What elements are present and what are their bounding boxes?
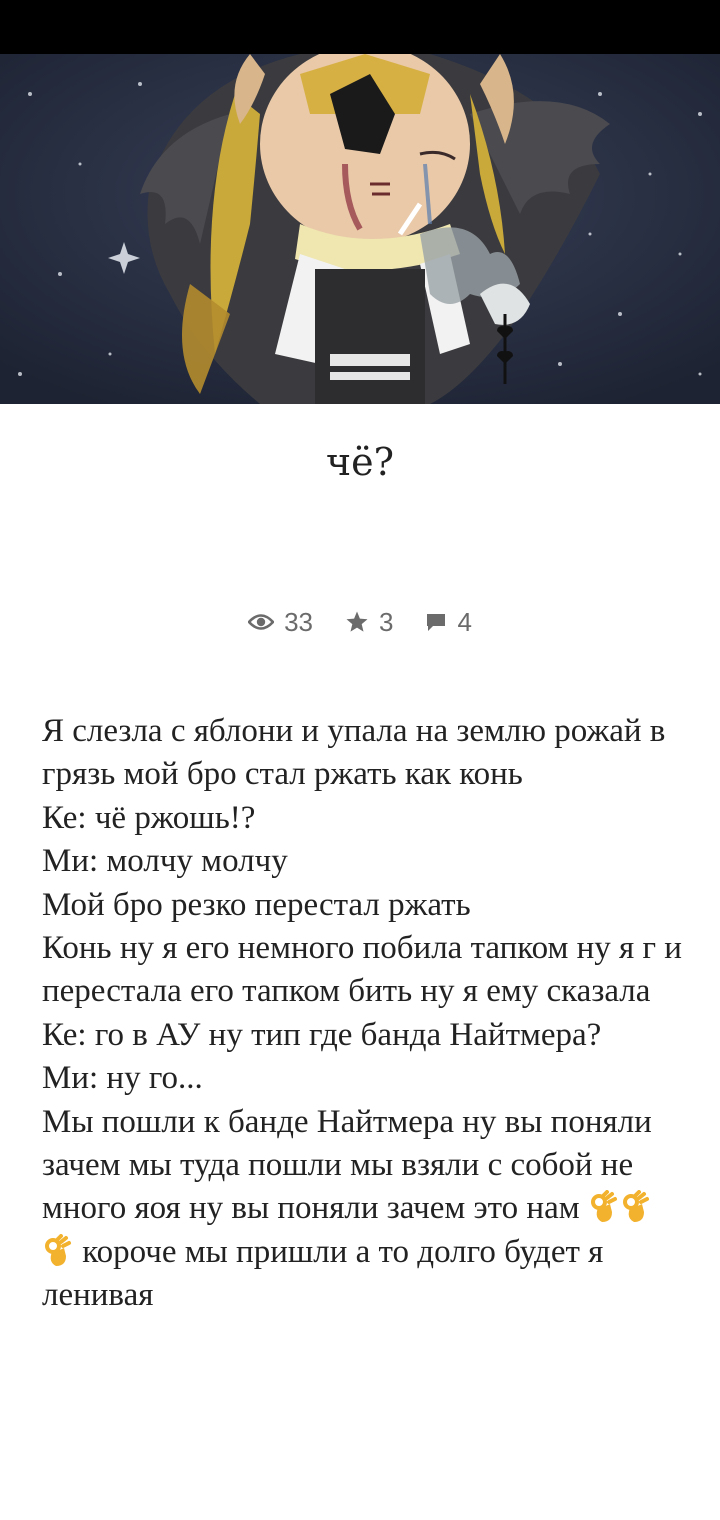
story-line: Ми: молчу молчу — [42, 843, 288, 880]
ok-hand-icon — [42, 1233, 72, 1268]
star-icon — [345, 610, 369, 634]
stars-count: 3 — [378, 606, 394, 637]
story-line: Конь ну я его немного побила тапком ну я… — [42, 930, 682, 1010]
story-line: Ке: го в АУ ну тип где банда Найтмера? — [42, 1016, 602, 1053]
eye-icon — [248, 613, 275, 631]
ok-hand-icon — [620, 1190, 650, 1224]
story-line-tail: короче мы пришли а то долго будет я лени… — [42, 1233, 604, 1314]
ok-hand-icon — [588, 1190, 618, 1224]
views-stat: 33 — [248, 607, 313, 638]
story-stats: 33 3 4 — [0, 604, 720, 640]
story-line-with-emoji: Мы пошли к банде Найтмера ну вы поняли з… — [42, 1101, 682, 1318]
story-line-text: Мы пошли к банде Найтмера ну вы поняли з… — [42, 1103, 652, 1227]
story-line: Я слезла с яблони и упала на землю рожай… — [42, 713, 666, 793]
story-line: Ми: ну го... — [42, 1060, 203, 1097]
story-title: чё? — [326, 440, 394, 484]
story-body: Я слезла с яблони и упала на землю рожай… — [42, 710, 682, 1318]
story-line: Мой бро резко перестал ржать — [42, 886, 471, 923]
stars-stat: 3 — [345, 607, 393, 638]
comments-stat: 4 — [425, 606, 472, 638]
comment-icon — [425, 611, 447, 633]
status-bar — [0, 0, 720, 54]
views-count: 33 — [284, 606, 313, 637]
cover-image — [0, 54, 720, 404]
story-line: Ке: чё ржошь!? — [42, 799, 256, 836]
comments-count: 4 — [457, 606, 472, 637]
